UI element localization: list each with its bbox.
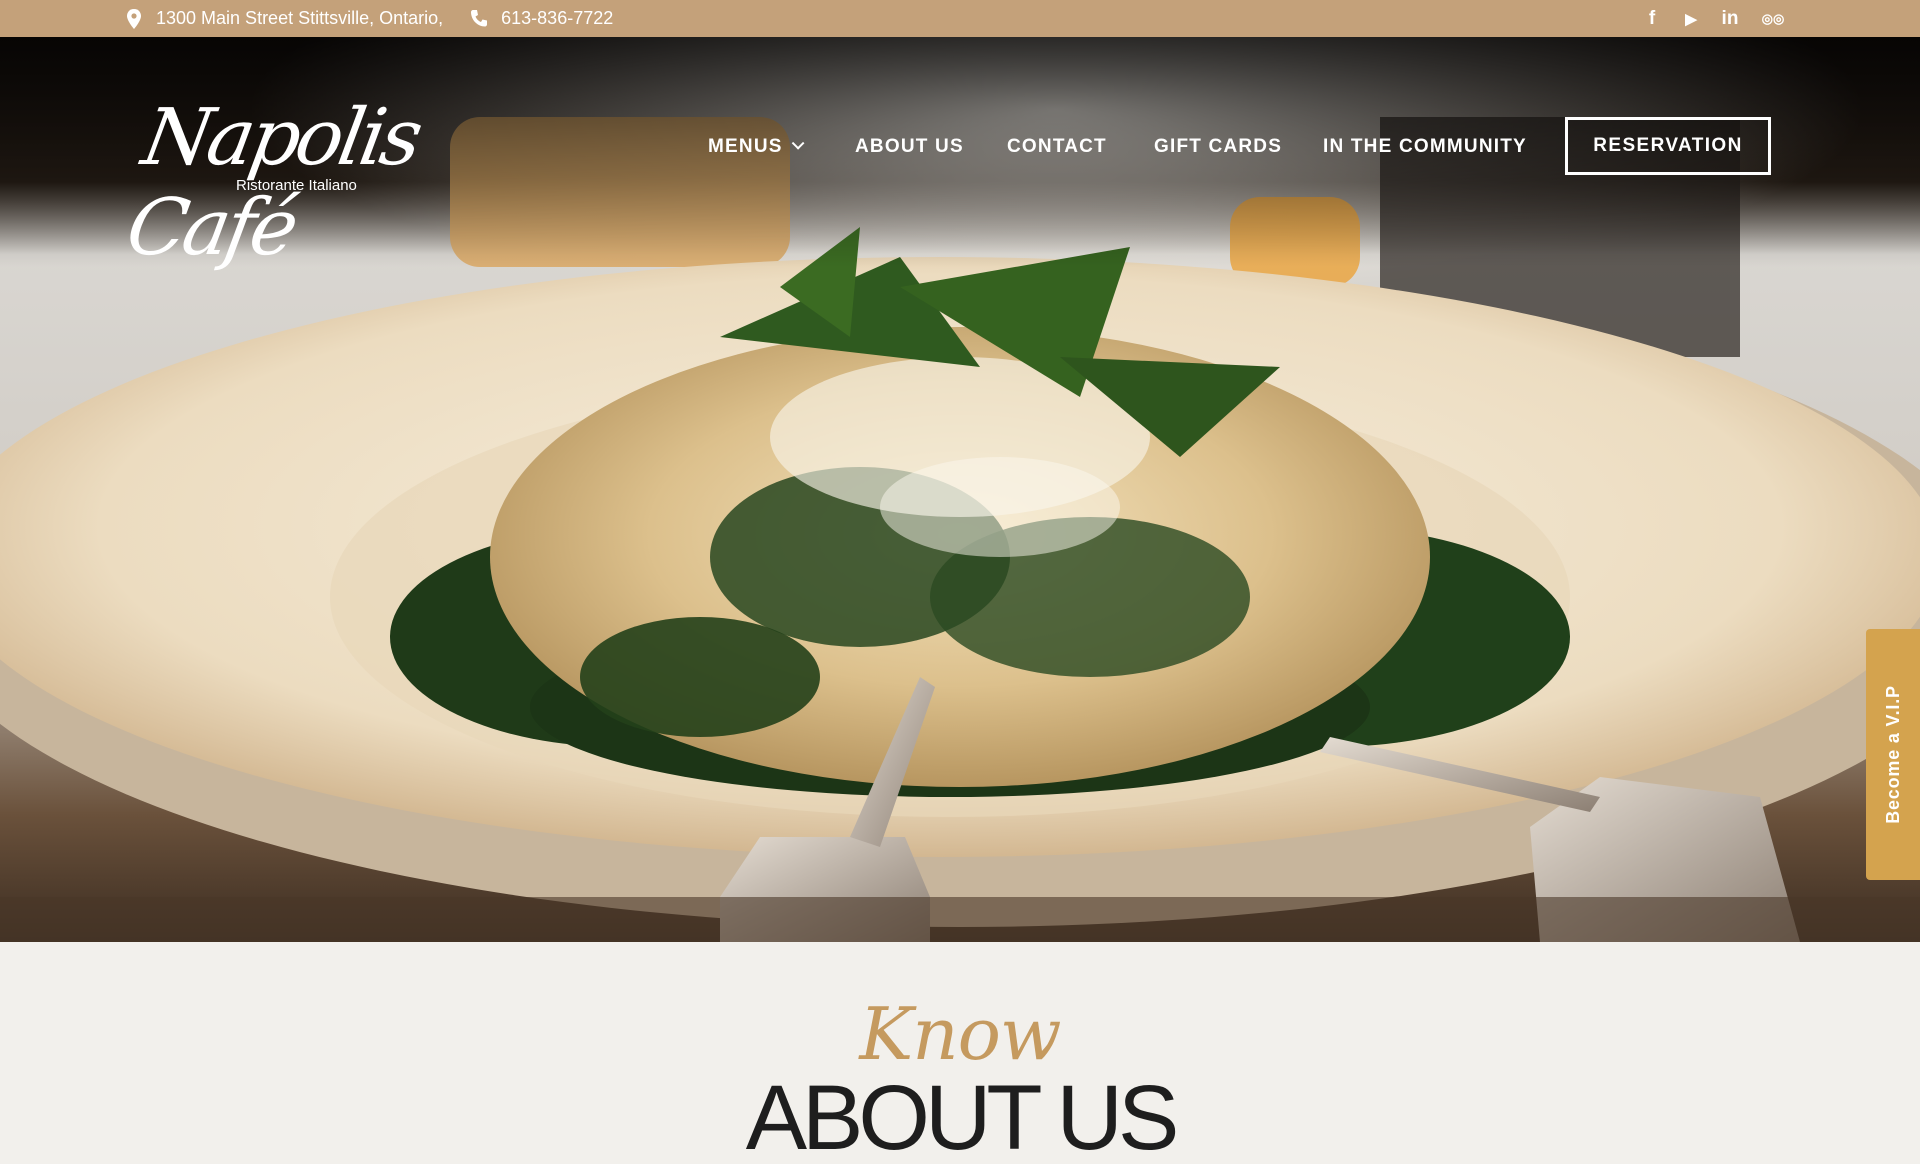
nav-menus[interactable]: MENUS [708,136,805,158]
main-nav: MENUS ABOUT US CONTACT GIFT CARDS IN THE… [0,117,1920,177]
about-section: Know ABOUT US [0,942,1920,1164]
tripadvisor-icon[interactable]: ◎◎ [1758,8,1788,30]
phone-number-link[interactable]: 613-836-7722 [501,8,613,29]
nav-about-us[interactable]: ABOUT US [855,136,964,158]
top-info-bar: 1300 Main Street Stittsville, Ontario, 6… [0,0,1920,37]
youtube-icon[interactable]: ▶ [1680,8,1702,30]
hero-banner: Napolis Café Ristorante Italiano MENUS A… [0,37,1920,942]
become-vip-tab[interactable]: Become a V.I.P [1866,629,1920,880]
logo-tagline: Ristorante Italiano [236,177,357,194]
nav-menus-label: MENUS [708,136,783,157]
phone-icon [469,8,489,30]
about-heading: ABOUT US [745,1067,1180,1164]
contact-info: 1300 Main Street Stittsville, Ontario, 6… [124,0,613,37]
reservation-button[interactable]: RESERVATION [1565,117,1771,175]
nav-in-the-community[interactable]: IN THE COMMUNITY [1323,136,1527,158]
social-links: f ▶ in ◎◎ [1641,0,1788,37]
chevron-down-icon [791,136,805,150]
about-kicker: Know [859,992,1061,1076]
map-pin-icon [124,8,144,30]
nav-contact[interactable]: CONTACT [1007,136,1107,158]
nav-gift-cards[interactable]: GIFT CARDS [1154,136,1282,158]
become-vip-label: Become a V.I.P [1882,685,1903,824]
address-text: 1300 Main Street Stittsville, Ontario, [156,8,444,28]
linkedin-icon[interactable]: in [1719,8,1741,30]
facebook-icon[interactable]: f [1641,8,1663,30]
